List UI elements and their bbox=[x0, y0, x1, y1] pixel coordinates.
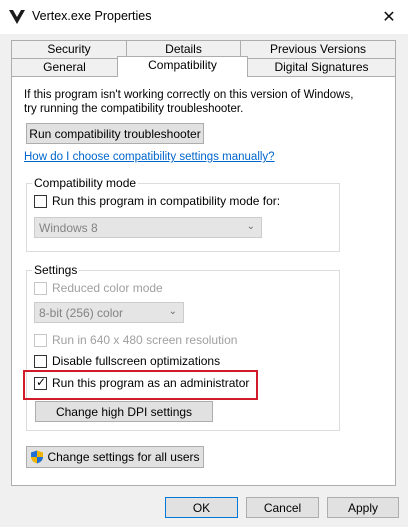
compatibility-os-select[interactable]: Windows 8 ⌄ bbox=[34, 217, 262, 238]
settings-group-label: Settings bbox=[32, 263, 80, 277]
apply-button[interactable]: Apply bbox=[327, 497, 399, 518]
change-all-users-button[interactable]: Change settings for all users bbox=[26, 446, 204, 468]
vertex-logo-icon bbox=[9, 10, 25, 24]
reduced-color-checkbox[interactable] bbox=[34, 282, 47, 295]
disable-fullscreen-checkbox[interactable] bbox=[34, 355, 47, 368]
color-depth-select[interactable]: 8-bit (256) color ⌄ bbox=[34, 302, 184, 323]
tab-general[interactable]: General bbox=[11, 58, 118, 77]
reduced-color-label: Reduced color mode bbox=[52, 281, 163, 295]
tab-security[interactable]: Security bbox=[11, 40, 127, 59]
uac-shield-icon bbox=[31, 450, 44, 464]
run-troubleshooter-button[interactable]: Run compatibility troubleshooter bbox=[26, 123, 204, 144]
chevron-down-icon: ⌄ bbox=[246, 221, 255, 232]
compatibility-mode-checkbox[interactable] bbox=[34, 195, 47, 208]
compatibility-mode-label: Compatibility mode bbox=[32, 176, 139, 190]
intro-text-line1: If this program isn't working correctly … bbox=[24, 89, 354, 101]
color-depth-value: 8-bit (256) color bbox=[39, 305, 124, 320]
ok-button[interactable]: OK bbox=[165, 497, 238, 518]
manual-settings-link[interactable]: How do I choose compatibility settings m… bbox=[24, 151, 275, 163]
window-title: Vertex.exe Properties bbox=[32, 9, 152, 23]
run-640-checkbox[interactable] bbox=[34, 334, 47, 347]
compatibility-os-value: Windows 8 bbox=[39, 220, 98, 235]
intro-text-line2: try running the compatibility troublesho… bbox=[24, 103, 244, 115]
run-as-admin-label: Run this program as an administrator bbox=[52, 376, 250, 390]
run-640-label: Run in 640 x 480 screen resolution bbox=[52, 333, 238, 347]
tab-previous-versions[interactable]: Previous Versions bbox=[240, 40, 396, 59]
close-icon[interactable]: ✕ bbox=[375, 4, 403, 30]
compatibility-mode-checkbox-label: Run this program in compatibility mode f… bbox=[52, 194, 281, 208]
disable-fullscreen-label: Disable fullscreen optimizations bbox=[52, 354, 221, 368]
tab-compatibility[interactable]: Compatibility bbox=[117, 56, 248, 77]
run-as-admin-checkbox[interactable]: ✓ bbox=[34, 375, 47, 390]
change-dpi-button[interactable]: Change high DPI settings bbox=[35, 401, 213, 422]
change-all-users-label: Change settings for all users bbox=[47, 450, 200, 464]
checkmark-icon: ✓ bbox=[36, 375, 47, 389]
tab-digital-signatures[interactable]: Digital Signatures bbox=[247, 58, 396, 77]
cancel-button[interactable]: Cancel bbox=[246, 497, 319, 518]
chevron-down-icon: ⌄ bbox=[168, 306, 177, 317]
